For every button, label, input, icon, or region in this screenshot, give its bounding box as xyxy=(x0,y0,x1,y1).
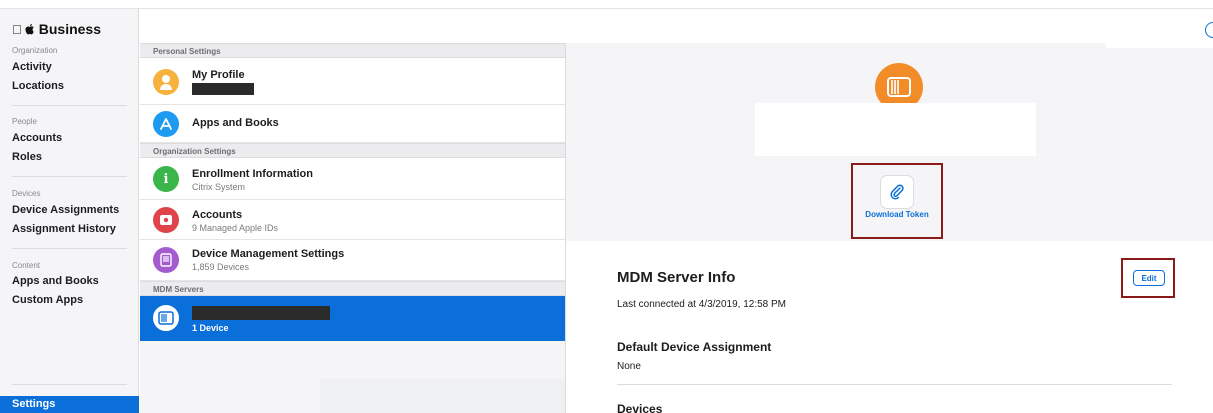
list-item-title: My Profile xyxy=(192,69,245,81)
settings-list: Personal Settings My Profile Apps and Bo… xyxy=(140,43,565,413)
list-item-enrollment-information[interactable]: i Enrollment Information Citrix System xyxy=(140,158,565,200)
redacted-region xyxy=(755,103,1036,156)
server-icon xyxy=(153,305,179,331)
edit-highlight: Edit xyxy=(1121,258,1175,298)
edit-button[interactable]: Edit xyxy=(1133,270,1165,286)
sidebar-item-custom-apps[interactable]: Custom Apps xyxy=(12,294,83,306)
paperclip-icon xyxy=(890,184,904,200)
sidebar-divider xyxy=(12,176,127,177)
list-item-subtitle: 1,859 Devices xyxy=(192,262,250,272)
sidebar-divider xyxy=(12,384,127,385)
detail-header: Download Token xyxy=(566,43,1213,241)
blank-region xyxy=(1106,43,1213,48)
section-label-people: People xyxy=(12,117,37,126)
list-item-title: Device Management Settings xyxy=(192,248,345,260)
section-label-organization: Organization xyxy=(12,46,58,55)
sidebar-item-accounts[interactable]: Accounts xyxy=(12,132,62,144)
info-icon: i xyxy=(153,166,179,192)
download-token-highlight: Download Token xyxy=(851,163,943,239)
section-label-content: Content xyxy=(12,261,41,270)
redacted-name xyxy=(192,83,254,95)
accounts-icon xyxy=(153,207,179,233)
list-item-subtitle: Citrix System xyxy=(192,182,246,192)
list-item-subtitle: 1 Device xyxy=(192,323,229,333)
redacted-server-name xyxy=(192,306,330,320)
section-divider xyxy=(617,384,1172,385)
detail-panel: Download Token MDM Server Info Last conn… xyxy=(565,43,1213,413)
list-item-accounts[interactable]: Accounts 9 Managed Apple IDs xyxy=(140,200,565,240)
sidebar-divider xyxy=(12,105,127,106)
list-item-my-profile[interactable]: My Profile xyxy=(140,58,565,105)
list-item-device-management-settings[interactable]: Device Management Settings 1,859 Devices xyxy=(140,240,565,281)
section-title-default-device-assignment: Default Device Assignment xyxy=(617,340,772,354)
section-label-devices: Devices xyxy=(12,189,41,198)
section-title-devices: Devices xyxy=(617,402,663,413)
sidebar:  Business Organization Activity Locatio… xyxy=(0,9,139,413)
list-item-subtitle: 9 Managed Apple IDs xyxy=(192,223,279,233)
app-window:  Business Organization Activity Locatio… xyxy=(0,0,1213,413)
section-title-mdm-server-info: MDM Server Info xyxy=(617,269,736,286)
sidebar-item-settings[interactable]: Settings xyxy=(0,396,139,413)
sidebar-item-locations[interactable]: Locations xyxy=(12,80,64,92)
apple-icon xyxy=(25,24,34,35)
default-device-assignment-value: None xyxy=(617,361,641,372)
list-item-title: Enrollment Information xyxy=(192,168,313,180)
sidebar-item-activity[interactable]: Activity xyxy=(12,61,52,73)
group-header-mdm-servers: MDM Servers xyxy=(140,281,565,296)
download-token-button[interactable] xyxy=(880,175,914,209)
download-token-label[interactable]: Download Token xyxy=(853,210,941,219)
apple-logo-icon:  xyxy=(12,22,22,37)
list-item-title: Apps and Books xyxy=(192,117,279,129)
sidebar-item-assignment-history[interactable]: Assignment History xyxy=(12,223,116,235)
list-item-mdm-server[interactable]: 1 Device xyxy=(140,296,565,341)
profile-icon xyxy=(153,69,179,95)
group-header-organization: Organization Settings xyxy=(140,143,565,158)
sidebar-item-roles[interactable]: Roles xyxy=(12,151,42,163)
sidebar-item-apps-and-books[interactable]: Apps and Books xyxy=(12,275,99,287)
brand-logo:  Business xyxy=(12,21,101,37)
sidebar-divider xyxy=(12,248,127,249)
group-header-personal: Personal Settings xyxy=(140,43,565,58)
last-connected-text: Last connected at 4/3/2019, 12:58 PM xyxy=(617,299,787,310)
list-item-apps-and-books[interactable]: Apps and Books xyxy=(140,105,565,143)
brand-name: Business xyxy=(29,21,101,37)
device-management-icon xyxy=(153,247,179,273)
header-band xyxy=(140,9,1213,43)
blank-region xyxy=(320,379,565,413)
app-store-icon xyxy=(153,111,179,137)
list-item-title: Accounts xyxy=(192,209,243,221)
sidebar-item-device-assignments[interactable]: Device Assignments xyxy=(12,204,119,216)
